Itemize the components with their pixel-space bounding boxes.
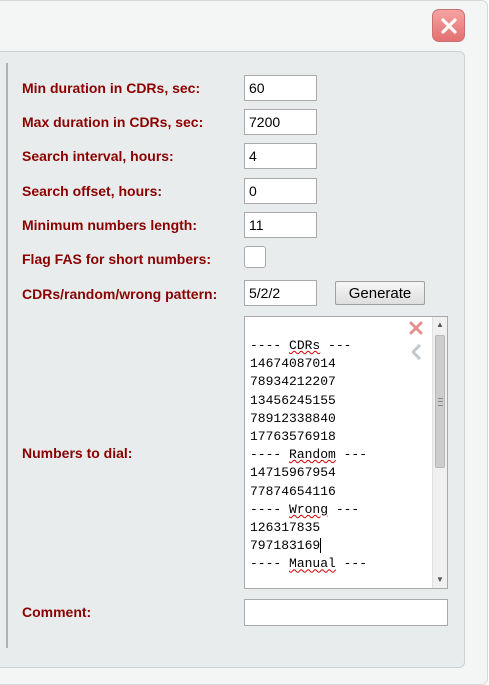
numbers-line: ---- CDRs --- — [250, 338, 352, 353]
spellcheck-word: Wrong — [289, 501, 329, 517]
numbers-line: 17763576918 — [250, 429, 336, 445]
numbers-to-dial-label: Numbers to dial: — [22, 445, 133, 461]
numbers-line: 14674087014 — [250, 356, 336, 372]
max-duration-input[interactable] — [244, 109, 317, 135]
numbers-line: 14715967954 — [250, 465, 336, 481]
close-icon — [440, 17, 457, 34]
close-button[interactable] — [432, 9, 465, 42]
numbers-line: 77874654116 — [250, 483, 336, 499]
numbers-to-dial-text: ---- CDRs --- 14674087014 78934212207 13… — [250, 337, 367, 574]
generate-button[interactable]: Generate — [335, 281, 425, 305]
panel-left-rule — [6, 63, 8, 648]
clear-x-icon[interactable] — [409, 321, 423, 335]
pattern-label: CDRs/random/wrong pattern: — [22, 286, 218, 302]
comment-input[interactable] — [244, 599, 448, 626]
search-interval-input[interactable] — [244, 143, 317, 169]
min-numbers-length-label: Minimum numbers length: — [22, 217, 197, 233]
numbers-to-dial-textarea[interactable]: ---- CDRs --- 14674087014 78934212207 13… — [244, 316, 448, 589]
min-duration-input[interactable] — [244, 75, 317, 101]
flag-fas-checkbox[interactable] — [244, 246, 266, 268]
numbers-line: 797183169 — [250, 538, 322, 554]
spellcheck-word: Manual — [289, 556, 336, 572]
min-duration-label: Min duration in CDRs, sec: — [22, 80, 201, 96]
spellcheck-word: CDRs — [289, 338, 321, 353]
min-numbers-length-input[interactable] — [244, 212, 317, 238]
numbers-line: 78934212207 — [250, 374, 336, 390]
search-offset-input[interactable] — [244, 178, 317, 204]
numbers-line: 126317835 — [250, 520, 321, 536]
numbers-scrollbar[interactable]: ▲ ▼ — [432, 317, 447, 588]
flag-fas-label: Flag FAS for short numbers: — [22, 251, 212, 267]
numbers-line: ---- Manual --- — [250, 556, 368, 572]
grip-icon — [438, 398, 443, 406]
triangle-up-icon[interactable]: ▲ — [433, 317, 447, 333]
scroll-thumb[interactable] — [435, 335, 445, 468]
numbers-line: ---- Wrong --- — [250, 501, 360, 517]
search-interval-label: Search interval, hours: — [22, 148, 174, 164]
numbers-line: 13456245155 — [250, 392, 336, 408]
numbers-line: 78912338840 — [250, 410, 336, 426]
chevron-left-icon[interactable] — [410, 344, 422, 360]
pattern-input[interactable] — [244, 280, 317, 306]
triangle-down-icon[interactable]: ▼ — [433, 572, 447, 588]
comment-label: Comment: — [22, 604, 92, 620]
search-offset-label: Search offset, hours: — [22, 183, 163, 199]
spellcheck-word: Random — [289, 447, 336, 463]
max-duration-label: Max duration in CDRs, sec: — [22, 114, 204, 130]
numbers-line: ---- Random --- — [250, 447, 368, 463]
